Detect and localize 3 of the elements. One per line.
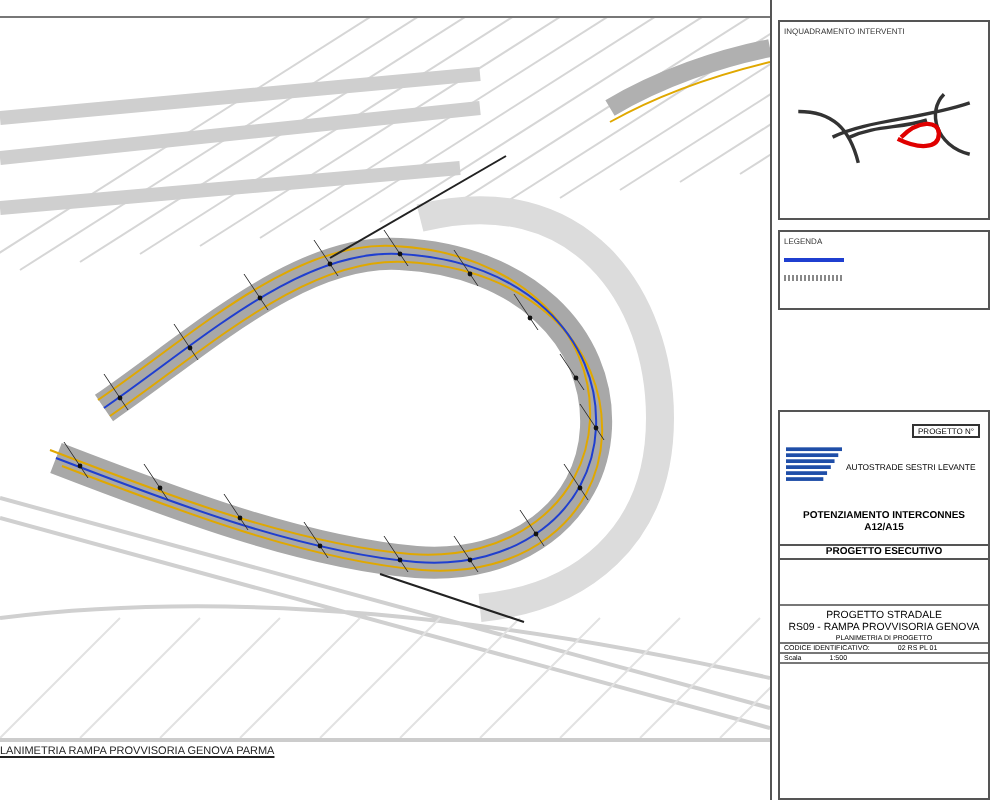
striped-logo-icon: [786, 446, 842, 486]
centerline-symbol-icon: [784, 256, 844, 264]
hatched-line-symbol-icon: [784, 274, 844, 282]
